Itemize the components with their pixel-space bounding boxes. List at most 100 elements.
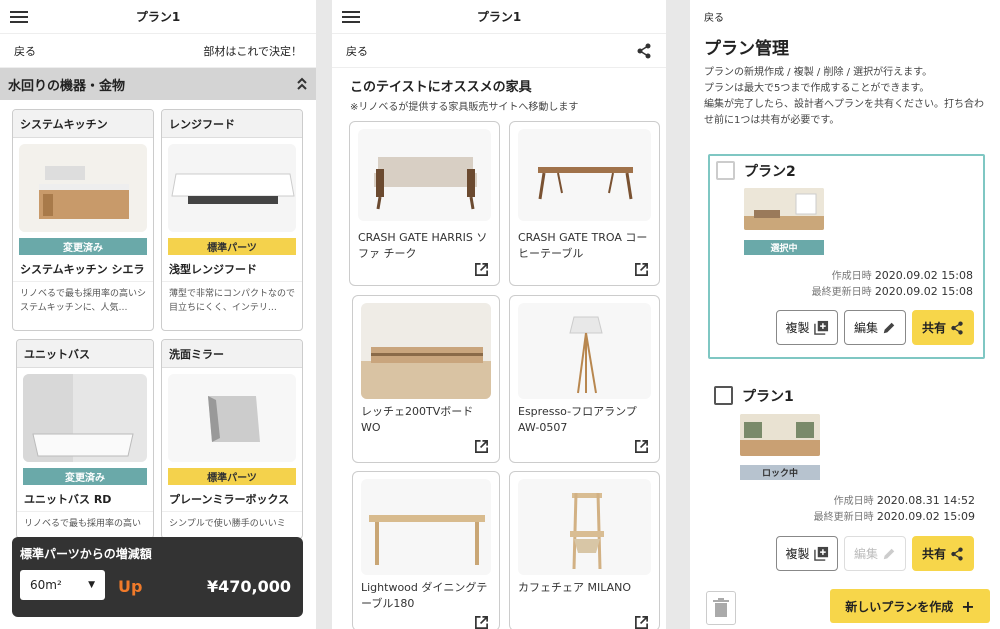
status-badge: 変更済み: [23, 468, 147, 485]
part-category: 洗面ミラー: [162, 340, 302, 368]
external-link-icon[interactable]: [474, 262, 489, 277]
furniture-card[interactable]: CRASH GATE HARRIS ソファ チーク: [349, 121, 500, 286]
share-button[interactable]: 共有: [912, 536, 974, 571]
menu-icon[interactable]: [342, 11, 360, 23]
share-icon: [951, 546, 963, 561]
external-link-icon[interactable]: [634, 439, 649, 454]
back-link[interactable]: 戻る: [346, 43, 368, 59]
plan-status-badge: 選択中: [744, 240, 824, 255]
price-amount: ¥470,000: [206, 577, 291, 596]
plan-name: プラン1: [742, 389, 794, 405]
delete-button[interactable]: [706, 591, 736, 625]
furniture-card[interactable]: カフェチェア MILANO: [509, 471, 660, 629]
plan-status-badge: ロック中: [740, 465, 820, 480]
furniture-card[interactable]: レッチェ200TVボード WO: [352, 295, 500, 463]
plan-checkbox[interactable]: [716, 161, 735, 180]
part-name: 浅型レンジフード: [162, 255, 302, 282]
furniture-card[interactable]: Espresso-フロアランプ AW-0507: [509, 295, 660, 463]
duplicate-button[interactable]: 複製: [776, 536, 838, 571]
edit-label: 編集: [853, 321, 878, 335]
created-label: 作成日時: [831, 271, 872, 282]
section-header[interactable]: 水回りの機器・金物: [0, 68, 316, 100]
trash-icon: [713, 598, 729, 617]
furniture-name: CRASH GATE TROA コーヒーテーブル: [518, 231, 648, 260]
updated-date: 2020.09.02 15:09: [876, 510, 975, 523]
share-icon[interactable]: [636, 43, 652, 59]
plan-dates: 作成日時 2020.09.02 15:08 最終更新日時 2020.09.02 …: [812, 268, 973, 300]
external-link-icon[interactable]: [634, 262, 649, 277]
pencil-icon: [883, 322, 895, 333]
share-label: 共有: [921, 321, 946, 335]
furniture-image: [518, 303, 651, 399]
part-description: リノベるで最も採用率の高いシステムキッチンに、人気…: [20, 289, 147, 313]
price-summary-overlay: 標準パーツからの増減額 60m² ▼ Up ¥470,000: [12, 537, 303, 617]
collapse-icon[interactable]: [296, 77, 308, 91]
part-card[interactable]: ユニットバス 変更済み ユニットバス RD リノベるで最も採用率の高い: [16, 339, 154, 539]
external-link-icon[interactable]: [634, 615, 649, 629]
back-link[interactable]: 戻る: [14, 43, 36, 59]
plus-icon: +: [961, 596, 975, 616]
external-link-icon[interactable]: [474, 615, 489, 629]
status-badge: 標準パーツ: [168, 468, 296, 485]
status-badge: 変更済み: [19, 238, 147, 255]
part-card[interactable]: レンジフード 標準パーツ 浅型レンジフード 薄型で非常にコンパクトなので目立ちに…: [161, 109, 303, 331]
back-link[interactable]: 戻る: [690, 0, 1000, 30]
furniture-image: [518, 479, 651, 575]
confirm-parts-link[interactable]: 部材はこれで決定！: [203, 43, 302, 59]
furniture-name: CRASH GATE HARRIS ソファ チーク: [358, 231, 488, 260]
plan-thumbnail: [740, 414, 820, 456]
duplicate-label: 複製: [785, 547, 810, 561]
price-summary-title: 標準パーツからの増減額: [20, 547, 152, 561]
plan-checkbox[interactable]: [714, 386, 733, 405]
plan-dates: 作成日時 2020.08.31 14:52 最終更新日時 2020.09.02 …: [814, 493, 975, 525]
furniture-card[interactable]: Lightwood ダイニングテーブル180: [352, 471, 500, 629]
page-title: プラン1: [135, 10, 181, 24]
furniture-panel: プラン1 戻る このテイストにオススメの家具 ※リノベるが提供する家具販売サイト…: [332, 0, 666, 629]
page-title: プラン管理: [704, 39, 789, 59]
share-label: 共有: [921, 547, 946, 561]
updated-label: 最終更新日時: [811, 287, 872, 298]
external-link-icon[interactable]: [474, 439, 489, 454]
furniture-image: [361, 303, 491, 399]
section-note: ※リノベるが提供する家具販売サイトへ移動します: [350, 102, 579, 113]
menu-icon[interactable]: [10, 11, 28, 23]
header: プラン1: [0, 0, 316, 34]
part-name: ユニットバス RD: [17, 485, 153, 512]
plan-card[interactable]: プラン2 選択中 作成日時 2020.09.02 15:08 最終更新日時 20…: [708, 154, 985, 359]
part-card[interactable]: システムキッチン 変更済み システムキッチン シエラ リノベるで最も採用率の高い…: [12, 109, 154, 331]
part-name: システムキッチン シエラ: [13, 255, 153, 282]
plan-name: プラン2: [744, 164, 796, 180]
description-line: 編集が完了したら、設計者へプランを共有ください。打ち合わせ前に1つは共有が必要で…: [704, 99, 984, 126]
furniture-image: [358, 129, 491, 221]
plan-management-panel: 戻る プラン管理 プランの新規作成 / 複製 / 削除 / 選択が行えます。 プ…: [690, 0, 1000, 629]
part-image: [168, 374, 296, 462]
created-date: 2020.09.02 15:08: [874, 269, 973, 282]
status-badge: 標準パーツ: [168, 238, 296, 255]
area-select-value: 60m²: [30, 578, 62, 592]
plan-card[interactable]: プラン1 ロック中 作成日時 2020.08.31 14:52 最終更新日時 2…: [708, 376, 985, 576]
part-card[interactable]: 洗面ミラー 標準パーツ プレーンミラーボックス シンプルで使い勝手のいいミ: [161, 339, 303, 539]
pencil-icon: [883, 548, 895, 559]
share-button[interactable]: 共有: [912, 310, 974, 345]
description-line: プランの新規作成 / 複製 / 削除 / 選択が行えます。: [704, 67, 933, 78]
part-image: [168, 144, 296, 232]
furniture-card[interactable]: CRASH GATE TROA コーヒーテーブル: [509, 121, 660, 286]
area-select[interactable]: 60m² ▼: [20, 570, 105, 600]
part-description: リノベるで最も採用率の高い: [24, 519, 142, 529]
created-label: 作成日時: [833, 496, 874, 507]
sub-header: 戻る 部材はこれで決定！: [0, 34, 316, 68]
furniture-name: カフェチェア MILANO: [518, 581, 632, 594]
create-plan-button[interactable]: 新しいプランを作成 +: [830, 589, 990, 623]
furniture-name: Espresso-フロアランプ AW-0507: [518, 405, 637, 434]
edit-button[interactable]: 編集: [844, 310, 906, 345]
edit-button-disabled: 編集: [844, 536, 906, 571]
add-copy-icon: [813, 320, 828, 335]
header: プラン1: [332, 0, 666, 34]
part-category: システムキッチン: [13, 110, 153, 138]
furniture-name: Lightwood ダイニングテーブル180: [361, 581, 488, 610]
section-title: 水回りの機器・金物: [8, 78, 126, 94]
section-title: このテイストにオススメの家具: [350, 80, 532, 95]
duplicate-button[interactable]: 複製: [776, 310, 838, 345]
description-line: プランは最大で5つまで作成することができます。: [704, 83, 930, 94]
create-plan-label: 新しいプランを作成: [845, 599, 954, 614]
